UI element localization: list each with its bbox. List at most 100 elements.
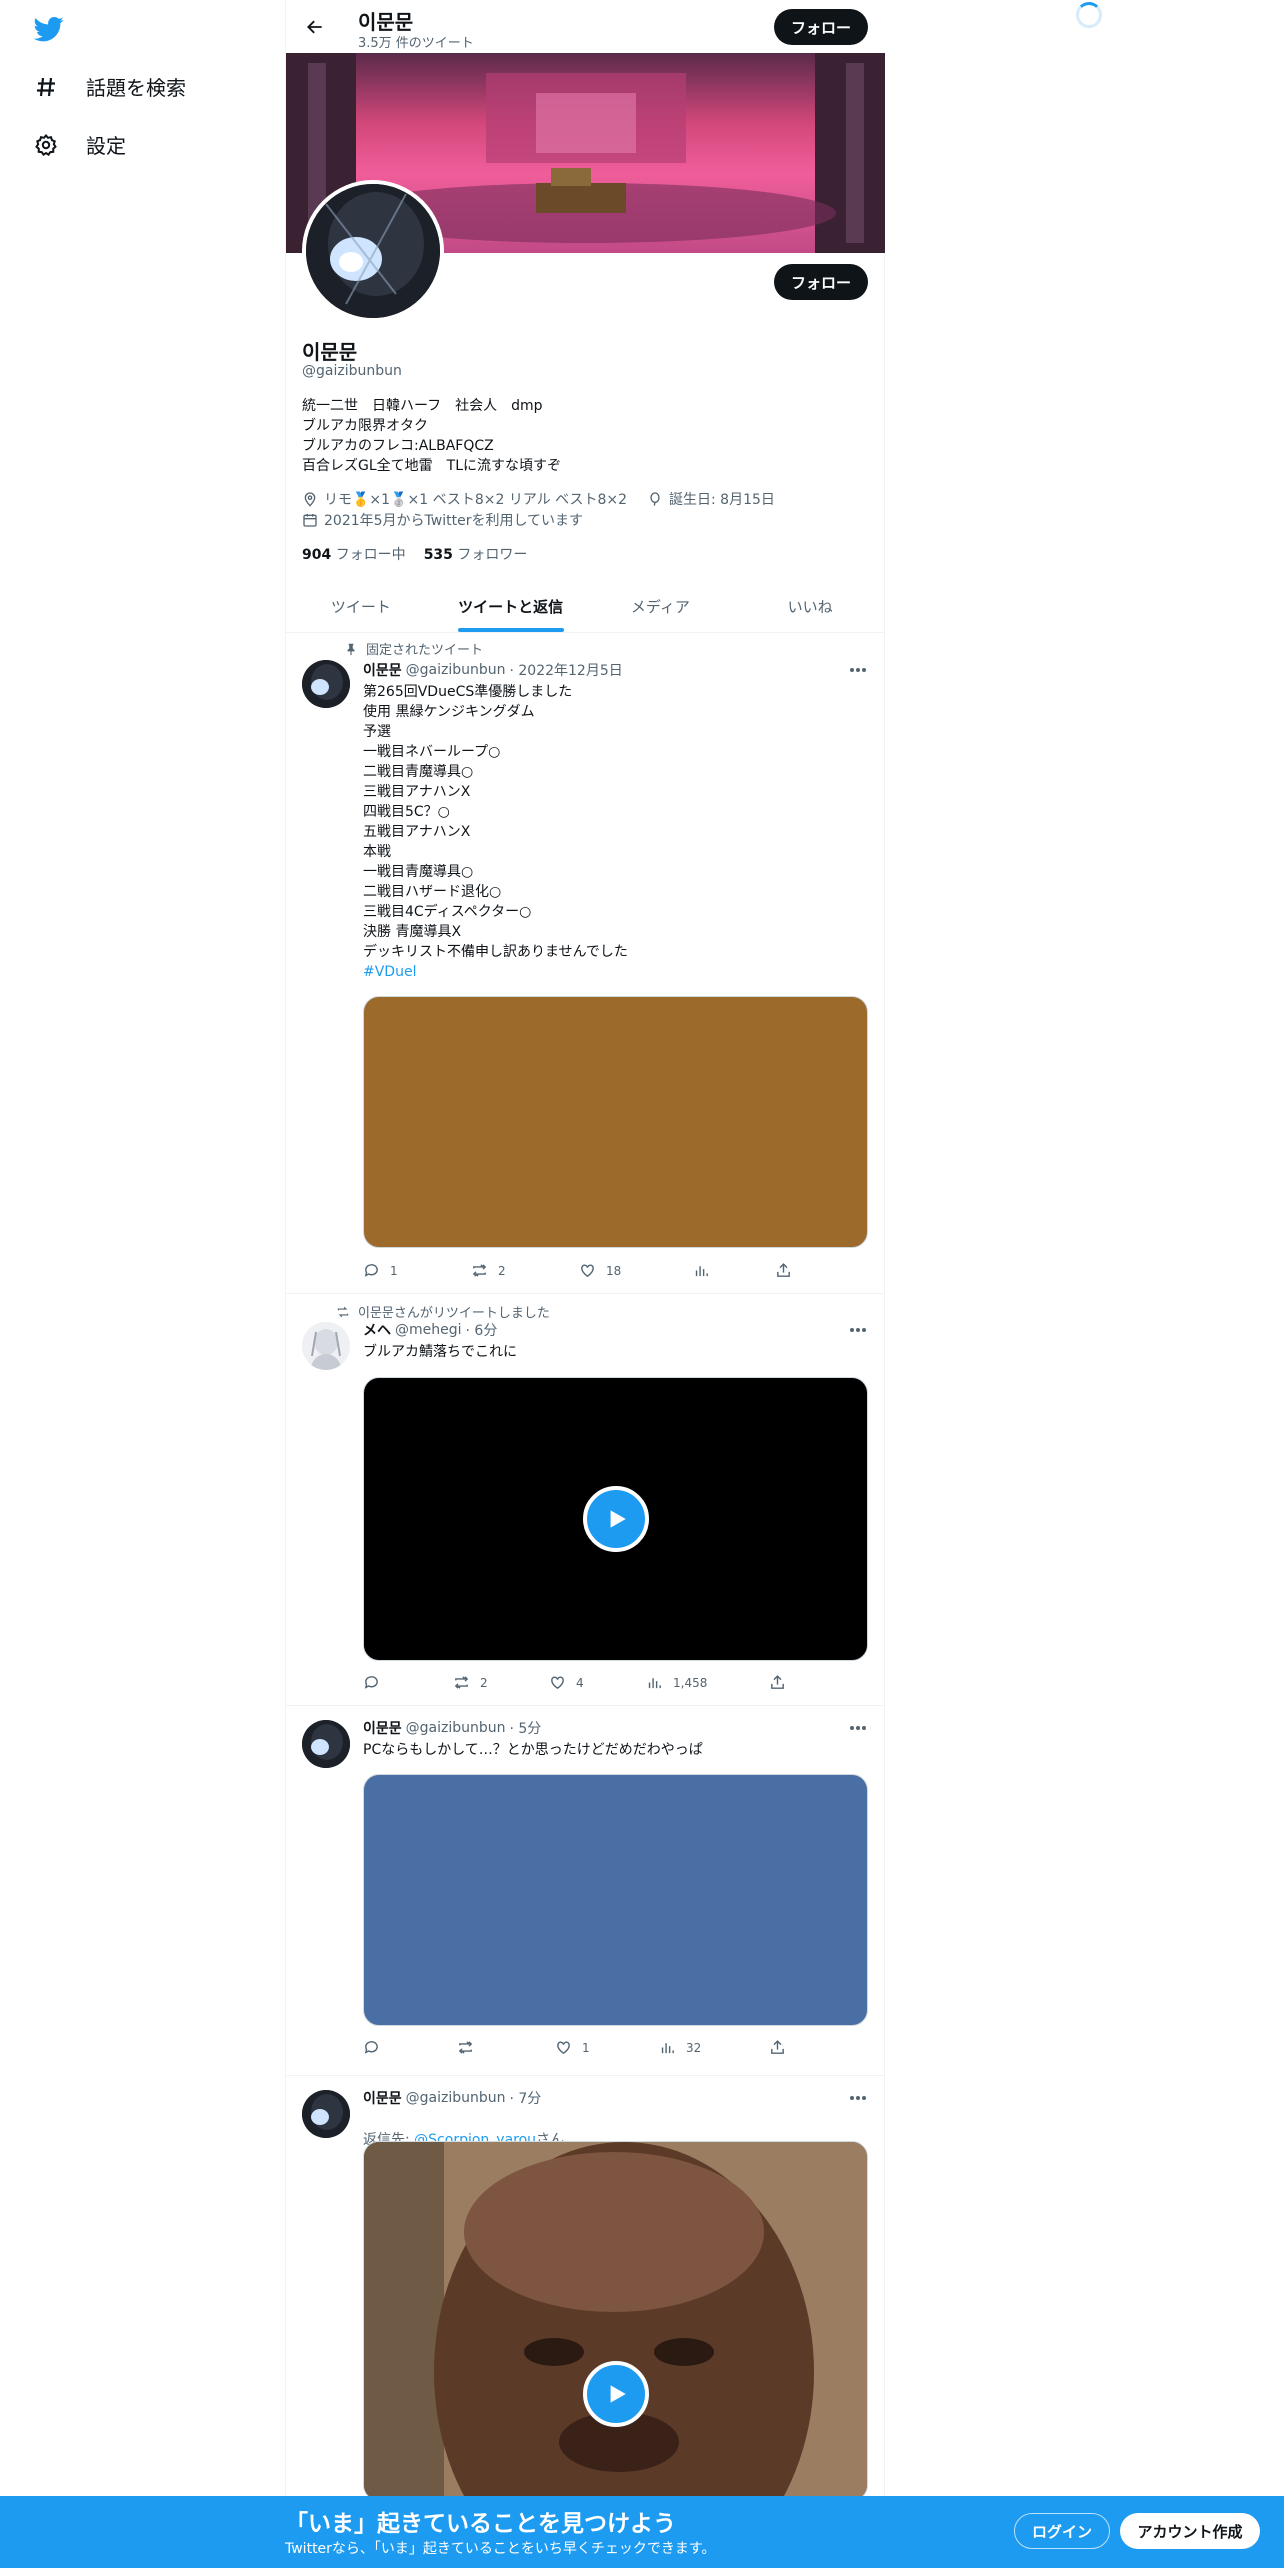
signup-banner-subtitle: Twitterなら、「いま」起きていることをいち早くチェックできます。 [285,2541,716,2557]
header-follow-button[interactable]: フォロー [774,9,868,45]
retweet-button[interactable]: 2 [471,1262,506,1279]
tweet-header: メヘ @mehegi · 6分 [363,1320,497,1340]
like-count: 1 [582,2040,590,2055]
more-options-button[interactable] [846,660,870,680]
retweet-icon [472,1264,487,1277]
calendar-icon [303,514,317,527]
tweet-actions: 1 32 [363,2039,786,2059]
pinned-context: 固定されたツイート [336,639,483,658]
profile-birthday: 誕生日: 8月15日 [669,492,775,508]
following-label: フォロー中 [335,547,406,563]
share-icon [771,1675,784,1689]
login-button[interactable]: ログイン [1014,2513,1110,2549]
more-options-button[interactable] [846,1320,870,1340]
views-button[interactable] [693,1262,710,1279]
reply-button[interactable]: 1 [363,1262,398,1279]
tweet-author-name[interactable]: 이문문 [363,1718,402,1738]
more-icon [850,1726,866,1730]
tweet-media-image[interactable] [363,996,868,1248]
app-root: 話題を検索 設定 이문문 3.5万 件のツイート フォロー フォロー 이문문 @… [0,0,1284,2568]
tweet-reply[interactable]: 이문문 @gaizibunbun · 7分 返信先: @Scorpion_yar… [286,2076,885,2501]
play-button[interactable] [582,2361,649,2427]
profile-avatar[interactable] [302,180,444,322]
tab-likes[interactable]: いいね [735,580,885,632]
more-options-button[interactable] [846,2088,870,2108]
view-count: 1,458 [673,1675,708,1690]
tweet-date[interactable]: · 2022年12月5日 [510,660,623,680]
followers-link[interactable]: 535 フォロワー [424,544,528,564]
tweet-actions: 2 4 1,458 [363,1674,786,1694]
avatar-image [302,1720,350,1768]
avatar[interactable] [302,660,350,708]
header-tweet-count: 3.5万 件のツイート [358,36,474,51]
header-name: 이문문 [358,10,414,34]
profile-tabs: ツイート ツイートと返信 メディア いいね [286,580,885,633]
tab-tweets[interactable]: ツイート [286,580,436,632]
nav-explore[interactable]: 話題を検索 [34,72,186,101]
tweet-author-name[interactable]: メヘ [363,1320,391,1340]
views-button[interactable]: 1,458 [646,1674,707,1691]
tweet-date[interactable]: · 5分 [510,1718,542,1738]
twitter-logo-icon[interactable] [34,14,64,44]
back-button[interactable] [298,10,332,44]
more-options-button[interactable] [846,1718,870,1738]
profile-handle: @gaizibunbun [302,363,402,379]
share-button[interactable] [775,1262,792,1279]
avatar[interactable] [302,1322,350,1370]
create-account-button[interactable]: アカウント作成 [1120,2513,1260,2549]
tweet-author-handle[interactable]: @gaizibunbun [406,1720,506,1736]
tweet-media-video[interactable] [363,1377,868,1661]
tweet-pinned[interactable]: 固定されたツイート 이문문 @gaizibunbun · 2022年12月5日 … [286,634,885,1294]
nav-explore-label: 話題を検索 [86,76,186,100]
tab-tweets-and-replies[interactable]: ツイートと返信 [436,580,586,632]
like-button[interactable]: 1 [555,2039,590,2056]
like-count: 4 [576,1675,584,1690]
followers-label: フォロワー [457,547,528,563]
tweet-hashtag[interactable]: #VDuel [363,962,416,982]
loading-spinner-icon [1076,2,1102,28]
retweet-icon [458,2041,473,2054]
tweet-reply-self[interactable]: 이문문 @gaizibunbun · 5分 PCならもしかして…？とか思ったけど… [286,1706,885,2076]
tweet-date[interactable]: · 7分 [510,2088,542,2108]
play-button[interactable] [582,1486,649,1552]
like-button[interactable]: 18 [579,1262,621,1279]
tweet-header: 이문문 @gaizibunbun · 2022年12月5日 [363,660,623,680]
retweet-button[interactable] [457,2039,484,2056]
views-button[interactable]: 32 [659,2039,701,2056]
tab-media[interactable]: メディア [586,580,736,632]
reply-button[interactable] [363,2039,390,2056]
share-button[interactable] [769,1674,786,1691]
tweet-author-handle[interactable]: @gaizibunbun [406,2090,506,2106]
signup-banner-title: 「いま」起きていることを見つけよう [285,2511,676,2537]
profile-location: リモ🥇×1🥈×1 ベスト8×2 リアル ベスト8×2 [324,492,627,508]
video-thumbnail [364,2142,867,2500]
tweet-author-handle[interactable]: @mehegi [395,1322,462,1338]
avatar[interactable] [302,2090,350,2138]
heart-icon [551,1676,564,1690]
tweet-media-video[interactable] [363,2141,868,2501]
avatar-image [302,660,350,708]
tweet-author-handle[interactable]: @gaizibunbun [406,662,506,678]
avatar-image [306,184,440,318]
profile-follow-button[interactable]: フォロー [774,264,868,300]
avatar[interactable] [302,1720,350,1768]
nav-settings[interactable]: 設定 [34,130,126,159]
tweet-media-image[interactable] [363,1774,868,2026]
retweet-button[interactable]: 2 [453,1674,488,1691]
following-link[interactable]: 904 フォロー中 [302,544,406,564]
retweet-context: 이문문さんがリツイートしました [336,1302,550,1321]
share-icon [771,2040,784,2054]
reply-button[interactable] [363,1674,390,1691]
tweet-date[interactable]: · 6分 [466,1320,498,1340]
like-button[interactable]: 4 [549,1674,584,1691]
following-count: 904 [302,547,332,563]
share-button[interactable] [769,2039,786,2056]
more-icon [850,1328,866,1332]
play-icon [610,1510,626,1528]
tweet-author-name[interactable]: 이문문 [363,2088,402,2108]
tweet-text: ブルアカ鯖落ちでこれに [363,1344,517,1360]
view-count: 32 [686,2040,702,2055]
avatar-image [302,2090,350,2138]
tweet-author-name[interactable]: 이문문 [363,660,402,680]
tweet-retweeted[interactable]: 이문문さんがリツイートしました メヘ @mehegi · 6分 ブルアカ鯖落ちで… [286,1294,885,1706]
